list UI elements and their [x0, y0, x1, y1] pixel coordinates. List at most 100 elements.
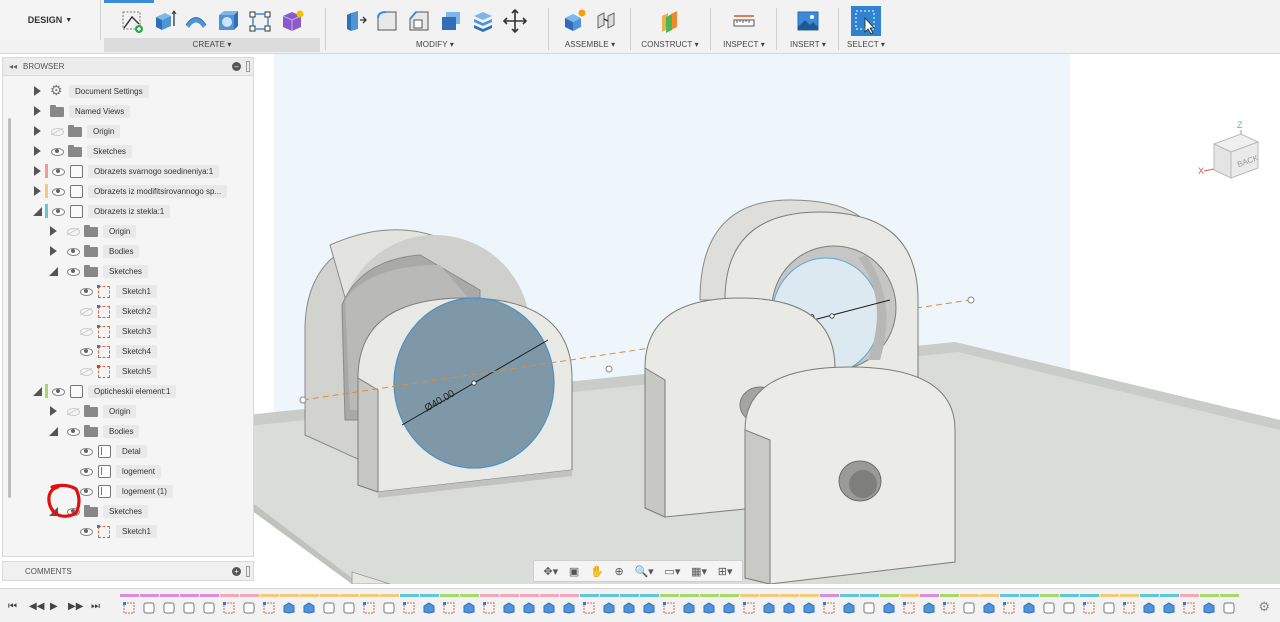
- visibility-eye-icon[interactable]: [51, 166, 65, 176]
- chamfer-icon[interactable]: [406, 8, 432, 34]
- visibility-off-icon[interactable]: [66, 406, 80, 416]
- pin-icon[interactable]: [246, 61, 250, 72]
- timeline-feature[interactable]: [720, 594, 739, 620]
- create-menu[interactable]: CREATE ▾: [104, 40, 320, 49]
- tree-node-sketches[interactable]: Sketches: [49, 263, 148, 279]
- timeline-feature[interactable]: [1020, 594, 1039, 620]
- timeline-feature[interactable]: [800, 594, 819, 620]
- visibility-eye-icon[interactable]: [66, 426, 80, 436]
- visibility-eye-icon[interactable]: [79, 446, 93, 456]
- timeline-feature[interactable]: [660, 594, 679, 620]
- step-back-icon[interactable]: ◀◀: [29, 601, 44, 612]
- inspect-menu[interactable]: INSPECT ▾: [714, 40, 774, 49]
- insert-menu[interactable]: INSERT ▾: [780, 40, 836, 49]
- split-body-icon[interactable]: [470, 8, 496, 34]
- modify-menu[interactable]: MODIFY ▾: [328, 40, 542, 49]
- timeline-feature[interactable]: [1220, 594, 1239, 620]
- timeline-feature[interactable]: [240, 594, 259, 620]
- expand-arrow-icon[interactable]: [33, 186, 41, 196]
- visibility-off-icon[interactable]: [79, 306, 93, 316]
- timeline-feature[interactable]: [880, 594, 899, 620]
- zoom-icon[interactable]: ⊕: [614, 565, 623, 578]
- visibility-eye-icon[interactable]: [51, 186, 65, 196]
- tree-node-sketch5[interactable]: Sketch5: [79, 363, 157, 379]
- construct-menu[interactable]: CONSTRUCT ▾: [634, 40, 706, 49]
- expand-arrow-icon[interactable]: [33, 166, 41, 176]
- tree-node-sketch1[interactable]: Sketch1: [79, 523, 157, 539]
- offset-plane-icon[interactable]: [657, 8, 683, 34]
- go-to-start-icon[interactable]: ⏮: [8, 601, 17, 612]
- timeline-feature[interactable]: [480, 594, 499, 620]
- expand-arrow-icon[interactable]: [33, 106, 41, 116]
- visibility-eye-icon[interactable]: [79, 286, 93, 296]
- tree-node-body-logement[interactable]: logement: [79, 463, 161, 479]
- tree-node-document-settings[interactable]: Document Settings: [33, 82, 149, 99]
- timeline-feature[interactable]: [300, 594, 319, 620]
- timeline-feature[interactable]: [640, 594, 659, 620]
- tree-node-bodies[interactable]: Bodies: [49, 423, 140, 439]
- timeline-feature[interactable]: [860, 594, 879, 620]
- tree-node-body-detal[interactable]: Detal: [79, 443, 147, 459]
- timeline-feature[interactable]: [140, 594, 159, 620]
- tree-node-origin[interactable]: Origin: [49, 223, 137, 239]
- timeline-feature[interactable]: [440, 594, 459, 620]
- timeline-feature[interactable]: [380, 594, 399, 620]
- timeline-feature[interactable]: [1060, 594, 1079, 620]
- tree-node-sketch2[interactable]: Sketch2: [79, 303, 157, 319]
- visibility-off-icon[interactable]: [50, 126, 64, 136]
- timeline-feature[interactable]: [780, 594, 799, 620]
- revolve-icon[interactable]: [183, 8, 209, 34]
- visibility-eye-icon[interactable]: [66, 266, 80, 276]
- timeline-feature[interactable]: [960, 594, 979, 620]
- timeline-feature[interactable]: [360, 594, 379, 620]
- tree-node-sketches[interactable]: Sketches: [33, 143, 132, 159]
- timeline-feature[interactable]: [120, 594, 139, 620]
- tree-node-origin[interactable]: Origin: [33, 123, 121, 139]
- viewports-icon[interactable]: ⊞▾: [718, 565, 733, 578]
- browser-scrollbar[interactable]: [8, 118, 11, 498]
- visibility-eye-icon[interactable]: [51, 386, 65, 396]
- expand-arrow-icon[interactable]: [33, 146, 41, 156]
- timeline-feature[interactable]: [980, 594, 999, 620]
- timeline-feature[interactable]: [820, 594, 839, 620]
- visibility-eye-icon[interactable]: [50, 146, 64, 156]
- display-settings-icon[interactable]: ▭▾: [664, 565, 680, 578]
- move-copy-icon[interactable]: [502, 8, 528, 34]
- go-to-end-icon[interactable]: ⏭: [91, 601, 100, 612]
- visibility-eye-icon[interactable]: [66, 246, 80, 256]
- view-cube[interactable]: Z X BACK: [1196, 120, 1266, 186]
- visibility-off-icon[interactable]: [79, 366, 93, 376]
- visibility-eye-icon[interactable]: [79, 346, 93, 356]
- tree-node-sketch4[interactable]: Sketch4: [79, 343, 157, 359]
- timeline-feature[interactable]: [680, 594, 699, 620]
- collapse-arrow-icon[interactable]: [33, 386, 42, 396]
- timeline-feature[interactable]: [200, 594, 219, 620]
- timeline-feature[interactable]: [1180, 594, 1199, 620]
- collapse-panel-icon[interactable]: ◂◂: [9, 62, 17, 71]
- timeline-feature[interactable]: [600, 594, 619, 620]
- select-icon[interactable]: [850, 5, 882, 37]
- timeline-feature[interactable]: [220, 594, 239, 620]
- tree-node-component-weld[interactable]: Obrazets svarnogo soedineniya:1: [33, 163, 220, 179]
- timeline-feature[interactable]: [620, 594, 639, 620]
- extrude-icon[interactable]: [151, 8, 177, 34]
- timeline-feature[interactable]: [1100, 594, 1119, 620]
- collapse-arrow-icon[interactable]: [33, 206, 42, 216]
- insert-image-icon[interactable]: [795, 8, 821, 34]
- tree-node-sketch3[interactable]: Sketch3: [79, 323, 157, 339]
- timeline-feature[interactable]: [520, 594, 539, 620]
- create-form-icon[interactable]: [279, 8, 305, 34]
- timeline-feature[interactable]: [700, 594, 719, 620]
- expand-arrow-icon[interactable]: [49, 226, 57, 236]
- add-comment-icon[interactable]: +: [232, 567, 241, 576]
- timeline-feature[interactable]: [180, 594, 199, 620]
- timeline-feature[interactable]: [420, 594, 439, 620]
- timeline-feature[interactable]: [540, 594, 559, 620]
- collapse-arrow-icon[interactable]: [49, 266, 58, 276]
- loft-icon[interactable]: [247, 8, 273, 34]
- shell-icon[interactable]: [438, 8, 464, 34]
- timeline-feature[interactable]: [940, 594, 959, 620]
- expand-arrow-icon[interactable]: [49, 406, 57, 416]
- expand-arrow-icon[interactable]: [49, 246, 57, 256]
- pan-icon[interactable]: ✋: [590, 565, 604, 578]
